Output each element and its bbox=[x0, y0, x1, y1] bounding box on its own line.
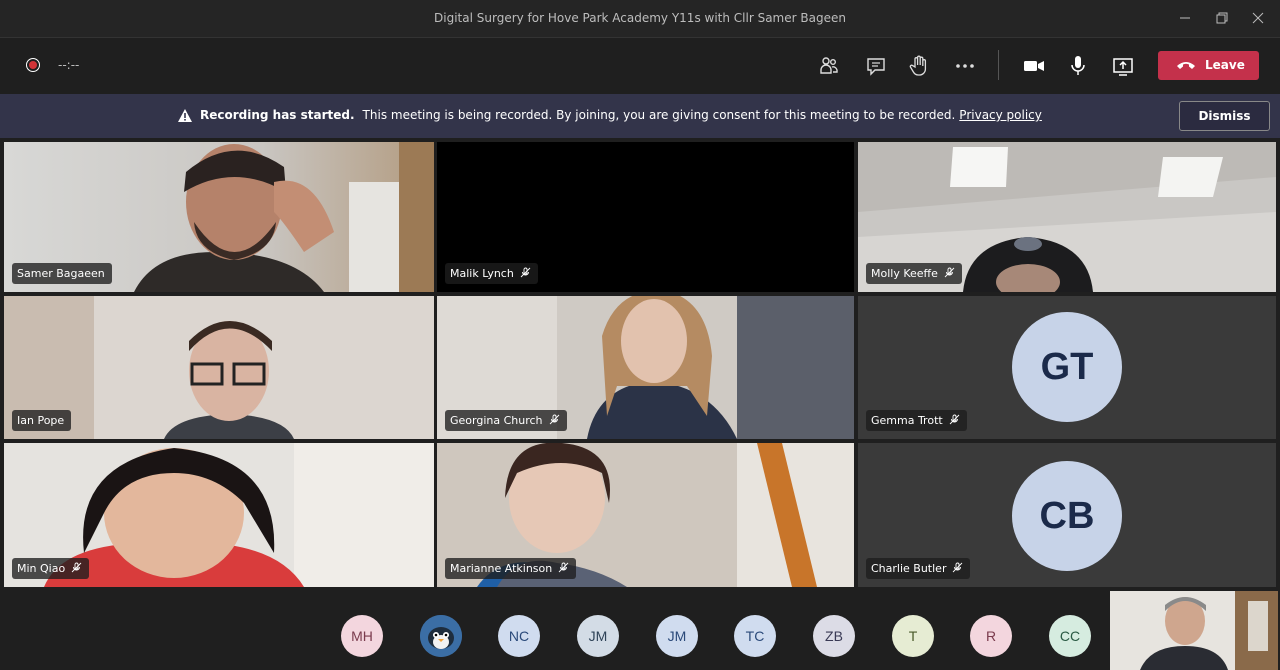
share-screen-icon[interactable] bbox=[1110, 53, 1136, 79]
chat-icon[interactable] bbox=[863, 53, 889, 79]
leave-button[interactable]: Leave bbox=[1158, 51, 1259, 80]
recording-text: This meeting is being recorded. By joini… bbox=[362, 108, 956, 122]
participant-name: Samer Bagaeen bbox=[17, 267, 105, 280]
muted-mic-icon bbox=[549, 414, 559, 425]
video-tile-molly-keeffe[interactable]: Molly Keeffe bbox=[858, 142, 1276, 292]
participant-name: Charlie Butler bbox=[871, 562, 947, 575]
participant-name: Gemma Trott bbox=[871, 414, 943, 427]
participants-icon[interactable] bbox=[816, 53, 842, 79]
overflow-avatar[interactable]: T bbox=[892, 615, 934, 657]
participant-name-badge: Ian Pope bbox=[12, 410, 72, 431]
muted-mic-icon bbox=[949, 414, 960, 425]
muted-mic-icon bbox=[953, 562, 963, 573]
overflow-avatar[interactable]: JM bbox=[656, 615, 698, 657]
participant-name-badge: Samer Bagaeen bbox=[12, 263, 112, 284]
hang-up-icon bbox=[1177, 62, 1195, 69]
overflow-avatar[interactable]: TC bbox=[734, 615, 776, 657]
recording-title: Recording has started. bbox=[200, 108, 355, 122]
video-tile-ian-pope[interactable]: Ian Pope bbox=[4, 296, 434, 439]
video-tile-min-qiao[interactable]: Min Qiao bbox=[4, 443, 434, 587]
dismiss-button[interactable]: Dismiss bbox=[1179, 101, 1270, 131]
window-title: Digital Surgery for Hove Park Academy Y1… bbox=[434, 11, 846, 25]
more-options-icon[interactable] bbox=[952, 53, 978, 79]
toolbar-separator bbox=[998, 50, 999, 80]
participant-name-badge: Marianne Atkinson bbox=[445, 558, 577, 579]
penguin-avatar-icon[interactable] bbox=[420, 615, 462, 657]
participant-name: Min Qiao bbox=[17, 562, 66, 575]
muted-mic-icon bbox=[944, 267, 955, 278]
participant-name-badge: Gemma Trott bbox=[866, 410, 967, 431]
video-tile-charlie-butler[interactable]: CB Charlie Butler bbox=[858, 443, 1276, 587]
privacy-policy-link[interactable]: Privacy policy bbox=[959, 108, 1042, 122]
overflow-avatar[interactable]: JM bbox=[577, 615, 619, 657]
participant-name: Georgina Church bbox=[450, 414, 543, 427]
title-bar: Digital Surgery for Hove Park Academy Y1… bbox=[0, 0, 1280, 38]
participant-video bbox=[1110, 591, 1278, 670]
recording-indicator-icon bbox=[26, 58, 40, 72]
overflow-avatar[interactable]: MH bbox=[341, 615, 383, 657]
participant-name-badge: Charlie Butler bbox=[866, 558, 971, 579]
overflow-avatar[interactable]: CC bbox=[1049, 615, 1091, 657]
muted-mic-icon bbox=[520, 267, 531, 278]
participant-avatar: GT bbox=[1012, 312, 1122, 422]
minimize-icon[interactable] bbox=[1175, 8, 1195, 28]
raise-hand-icon[interactable] bbox=[906, 53, 932, 79]
microphone-icon[interactable] bbox=[1065, 53, 1091, 79]
muted-mic-icon bbox=[558, 562, 569, 573]
overflow-avatar[interactable]: ZB bbox=[813, 615, 855, 657]
participant-name: Ian Pope bbox=[17, 414, 65, 427]
recording-banner: Recording has started. This meeting is be… bbox=[0, 94, 1280, 138]
participant-name: Marianne Atkinson bbox=[450, 562, 553, 575]
participant-avatar: CB bbox=[1012, 461, 1122, 571]
overflow-avatar[interactable]: NC bbox=[498, 615, 540, 657]
close-icon[interactable] bbox=[1248, 8, 1268, 28]
video-tile-georgina-church[interactable]: Georgina Church bbox=[437, 296, 854, 439]
participant-name-badge: Georgina Church bbox=[445, 410, 567, 431]
self-view-video[interactable] bbox=[1110, 591, 1278, 670]
video-tile-gemma-trott[interactable]: GT Gemma Trott bbox=[858, 296, 1276, 439]
restore-icon[interactable] bbox=[1212, 8, 1232, 28]
video-tile-samer-bagaeen[interactable]: Samer Bagaeen bbox=[4, 142, 434, 292]
overflow-avatar[interactable]: R bbox=[970, 615, 1012, 657]
participant-name: Molly Keeffe bbox=[871, 267, 938, 280]
video-tile-marianne-atkinson[interactable]: Marianne Atkinson bbox=[437, 443, 854, 587]
video-tile-malik-lynch[interactable]: Malik Lynch bbox=[437, 142, 854, 292]
participant-name-badge: Malik Lynch bbox=[445, 263, 538, 284]
leave-label: Leave bbox=[1205, 58, 1245, 72]
camera-icon[interactable] bbox=[1021, 53, 1047, 79]
participant-name: Malik Lynch bbox=[450, 267, 514, 280]
warning-icon bbox=[178, 109, 192, 122]
meeting-timer: --:-- bbox=[58, 58, 80, 72]
participant-name-badge: Min Qiao bbox=[12, 558, 90, 579]
recording-message: Recording has started. This meeting is be… bbox=[200, 108, 1042, 122]
participant-name-badge: Molly Keeffe bbox=[866, 263, 962, 284]
muted-mic-icon bbox=[71, 562, 82, 573]
